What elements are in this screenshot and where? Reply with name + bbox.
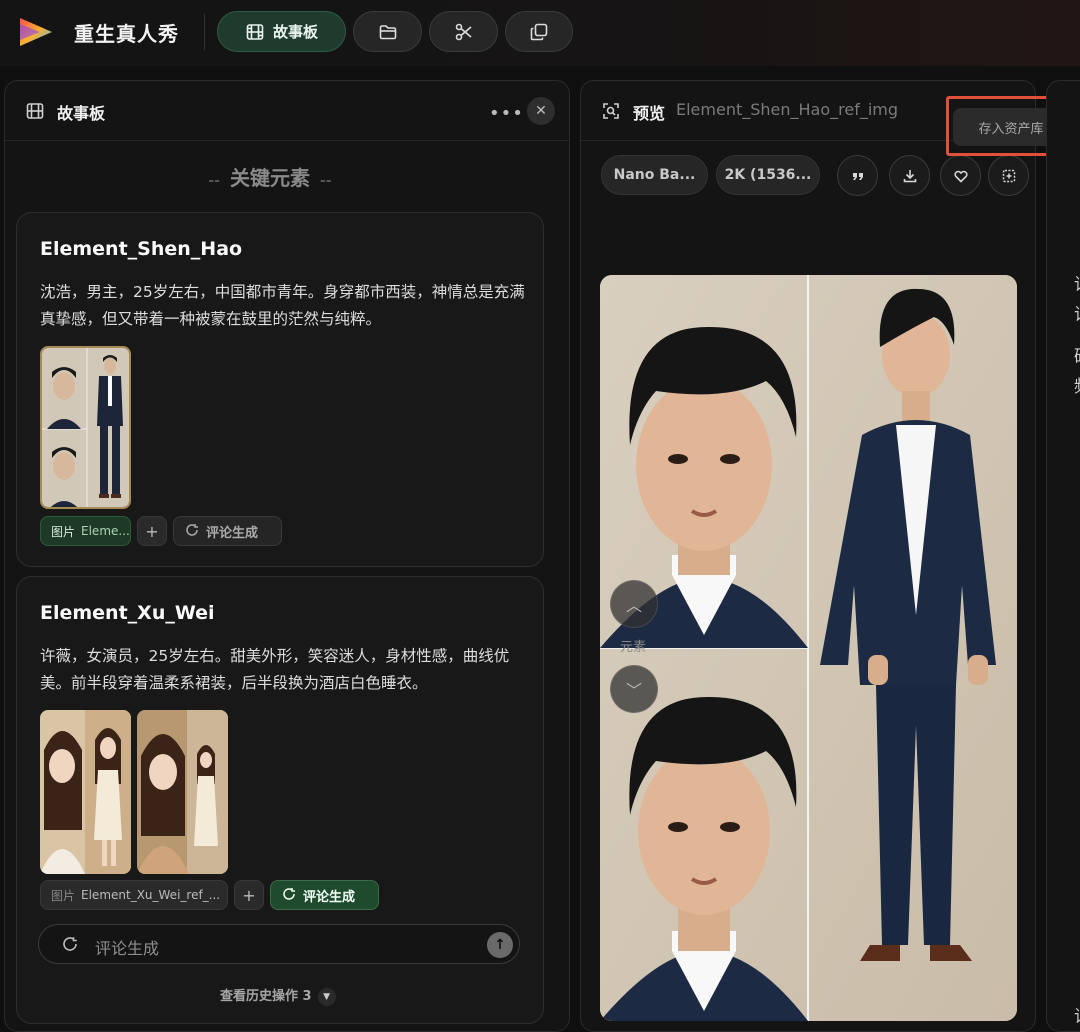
section-dash-right: -- xyxy=(320,173,332,189)
chip-file-label: Eleme... xyxy=(81,524,130,538)
plus-icon: + xyxy=(145,521,159,541)
element-thumbnail[interactable] xyxy=(40,710,131,874)
storyboard-label: 故事板 xyxy=(272,23,318,41)
preview-subtitle: Element_Shen_Hao_ref_img xyxy=(676,100,899,119)
favorite-button[interactable] xyxy=(940,155,981,196)
send-arrow-icon: ↑ xyxy=(494,937,506,953)
chip-type-label: 图片 xyxy=(51,888,76,903)
scroll-up-button[interactable]: ︿ xyxy=(610,580,658,628)
portrait-image xyxy=(42,348,129,507)
divider xyxy=(204,14,205,50)
refresh-icon xyxy=(63,937,77,951)
history-label: 查看历史操作 3 xyxy=(220,989,312,1004)
nav-label: 元素 xyxy=(620,640,647,655)
app-title: 重生真人秀 xyxy=(74,22,179,46)
comment-input[interactable]: 评论生成 ↑ xyxy=(38,924,520,964)
scissors-button[interactable] xyxy=(429,11,498,52)
download-icon xyxy=(903,169,916,182)
element-thumbnail[interactable] xyxy=(137,710,228,874)
portrait-image xyxy=(137,710,228,874)
section-dash-left: -- xyxy=(208,173,220,189)
preview-image xyxy=(600,275,1017,1021)
element-card: Element_Shen_Hao 沈浩，男主，25岁左右，中国都市青年。身穿都市… xyxy=(16,212,544,567)
refresh-icon xyxy=(283,888,295,900)
right-panel-text: 词 xyxy=(1074,1002,1080,1027)
storyboard-header: 故事板 ••• ✕ xyxy=(5,81,569,141)
right-panel xyxy=(1046,80,1080,1032)
right-panel-text: 频 xyxy=(1074,372,1080,397)
scroll-down-button[interactable]: ﹀ xyxy=(610,665,658,713)
right-panel-text: 词 xyxy=(1074,270,1080,295)
element-description: 许薇，女演员，25岁左右。甜美外形，笑容迷人，身材性感，曲线优美。前半段穿着温柔… xyxy=(40,647,510,692)
heart-icon xyxy=(953,170,968,183)
chevron-left-icon: ‹ xyxy=(226,888,227,902)
copy-button[interactable] xyxy=(505,11,573,52)
comment-generate-button[interactable]: 评论生成 xyxy=(173,516,282,546)
reference-sheet-image xyxy=(600,275,1017,1021)
folder-button[interactable] xyxy=(353,11,422,52)
chevron-down-icon: ▼ xyxy=(317,987,336,1006)
preview-title: 预览 xyxy=(633,104,666,123)
element-description: 沈浩，男主，25岁左右，中国都市青年。身穿都市西装，神情总是充满真挚感，但又带着… xyxy=(40,283,525,328)
top-bar: 重生真人秀 故事板 xyxy=(0,0,1080,66)
right-panel-text: 硕 xyxy=(1074,342,1080,367)
element-image-chip[interactable]: 图片 Element_Xu_Wei_ref_... ‹ xyxy=(40,880,228,910)
more-options-icon[interactable]: ••• xyxy=(489,103,524,124)
right-panel-text: 词 xyxy=(1074,300,1080,325)
element-image-chip[interactable]: 图片 Eleme... xyxy=(40,516,131,546)
comment-generate-label: 评论生成 xyxy=(303,889,356,905)
crop-add-icon xyxy=(1002,169,1015,182)
chip-file-label: Element_Xu_Wei_ref_... xyxy=(81,888,221,902)
film-icon xyxy=(26,103,44,119)
quote-icon xyxy=(852,172,863,180)
history-link[interactable]: 查看历史操作 3 ▼ xyxy=(220,985,336,1006)
add-button[interactable]: + xyxy=(137,516,167,546)
close-icon: ✕ xyxy=(535,103,547,119)
resolution-select[interactable]: 2K (1536... xyxy=(716,155,820,195)
section-title: -- 关键元素 -- xyxy=(0,162,540,191)
chevron-up-icon: ︿ xyxy=(625,596,642,615)
chevron-down-icon: ﹀ xyxy=(625,681,642,700)
element-title: Element_Shen_Hao xyxy=(40,238,243,260)
send-button[interactable]: ↑ xyxy=(487,932,513,958)
comment-generate-label: 评论生成 xyxy=(206,525,259,541)
element-title: Element_Xu_Wei xyxy=(40,602,215,624)
close-button[interactable]: ✕ xyxy=(527,97,555,125)
download-button[interactable] xyxy=(889,155,930,196)
comment-placeholder: 评论生成 xyxy=(95,939,160,958)
quote-button[interactable] xyxy=(837,155,878,196)
chip-type-label: 图片 xyxy=(51,524,76,539)
section-title-text: 关键元素 xyxy=(230,166,310,190)
refresh-icon xyxy=(186,524,198,536)
copy-icon xyxy=(530,23,548,40)
storyboard-title: 故事板 xyxy=(57,104,106,123)
add-button[interactable]: + xyxy=(234,880,264,910)
save-asset-button[interactable] xyxy=(988,155,1029,196)
folder-icon xyxy=(379,24,396,39)
model-select[interactable]: Nano Ba... xyxy=(601,155,708,195)
scissors-icon xyxy=(455,23,472,40)
app-logo xyxy=(20,18,52,46)
element-thumbnail[interactable] xyxy=(40,346,131,509)
storyboard-button[interactable]: 故事板 xyxy=(217,11,346,52)
comment-generate-button[interactable]: 评论生成 xyxy=(270,880,379,910)
film-icon xyxy=(246,23,264,40)
plus-icon: + xyxy=(242,885,256,905)
search-zoom-icon xyxy=(603,103,619,119)
portrait-image xyxy=(40,710,131,874)
